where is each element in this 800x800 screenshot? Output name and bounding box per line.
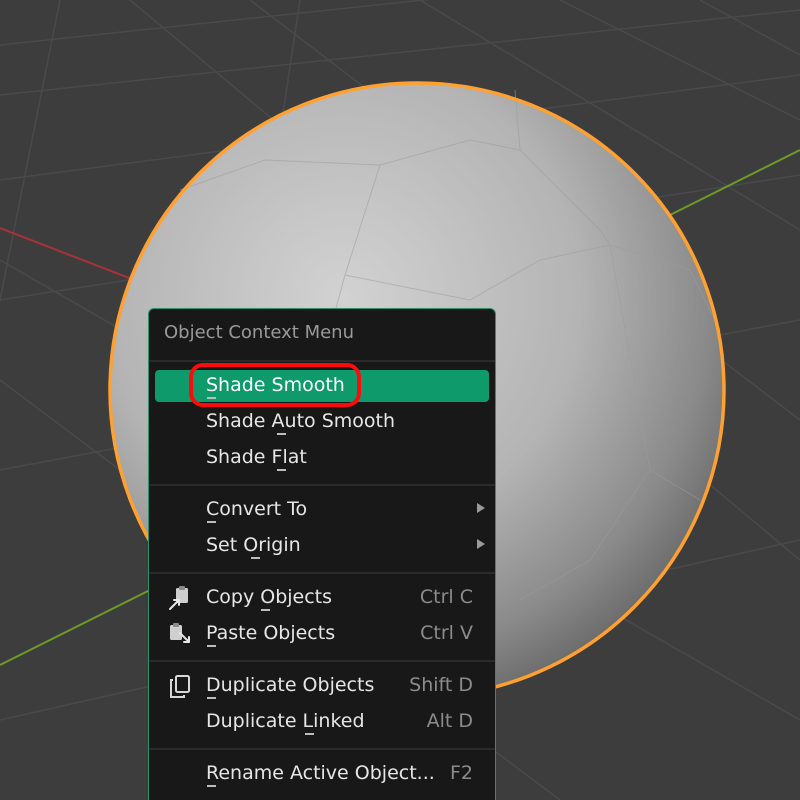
3d-viewport[interactable]: Object Context Menu Shade Smooth Shade A… (0, 0, 800, 800)
mnemonic-underline (277, 433, 286, 435)
menu-item-label: Shade Auto Smooth (206, 410, 395, 432)
menu-title: Object Context Menu (164, 322, 355, 343)
menu-item-shortcut: Ctrl V (420, 622, 473, 644)
menu-item-label: Duplicate Objects (206, 674, 375, 696)
menu-item-label: Convert To (206, 498, 308, 520)
mnemonic-underline (277, 469, 286, 471)
menu-item-label: Copy Objects (206, 586, 333, 608)
menu-separator (149, 660, 495, 662)
menu-separator (149, 360, 495, 362)
mnemonic-underline (207, 521, 216, 523)
paste-clipboard-icon (167, 621, 193, 647)
menu-item-shade-auto-smooth[interactable]: Shade Auto Smooth (155, 406, 489, 438)
menu-item-copy-objects[interactable]: Copy Objects Ctrl C (155, 582, 489, 614)
menu-item-convert-to[interactable]: Convert To (155, 494, 489, 526)
menu-item-label: Paste Objects (206, 622, 336, 644)
submenu-arrow-icon (477, 503, 485, 513)
menu-item-rename-active-object[interactable]: Rename Active Object... F2 (155, 758, 489, 790)
duplicate-icon (167, 673, 193, 699)
mnemonic-underline (251, 557, 260, 559)
menu-item-duplicate-linked[interactable]: Duplicate Linked Alt D (155, 706, 489, 738)
menu-item-label: Rename Active Object... (206, 762, 435, 784)
menu-item-label: Set Origin (206, 534, 301, 556)
menu-separator (149, 748, 495, 750)
mnemonic-underline (207, 645, 216, 647)
menu-item-shortcut: F2 (449, 762, 473, 784)
menu-item-shortcut: Shift D (409, 674, 473, 696)
copy-clipboard-icon (167, 585, 193, 611)
menu-item-label: Duplicate Linked (206, 710, 365, 732)
menu-separator (149, 572, 495, 574)
menu-separator (149, 484, 495, 486)
mnemonic-underline (261, 609, 270, 611)
menu-item-label: Shade Flat (206, 446, 307, 468)
mnemonic-underline (207, 785, 216, 787)
annotation-highlight-ring (189, 363, 361, 407)
menu-item-paste-objects[interactable]: Paste Objects Ctrl V (155, 618, 489, 650)
mnemonic-underline (305, 733, 314, 735)
mnemonic-underline (207, 697, 216, 699)
y-axis-line (649, 149, 800, 226)
submenu-arrow-icon (477, 539, 485, 549)
menu-item-shortcut: Ctrl C (419, 586, 473, 608)
menu-item-set-origin[interactable]: Set Origin (155, 530, 489, 562)
menu-item-shade-flat[interactable]: Shade Flat (155, 442, 489, 474)
menu-item-duplicate-objects[interactable]: Duplicate Objects Shift D (155, 670, 489, 702)
menu-item-shortcut: Alt D (426, 710, 473, 732)
y-axis-line-lower (0, 589, 151, 666)
